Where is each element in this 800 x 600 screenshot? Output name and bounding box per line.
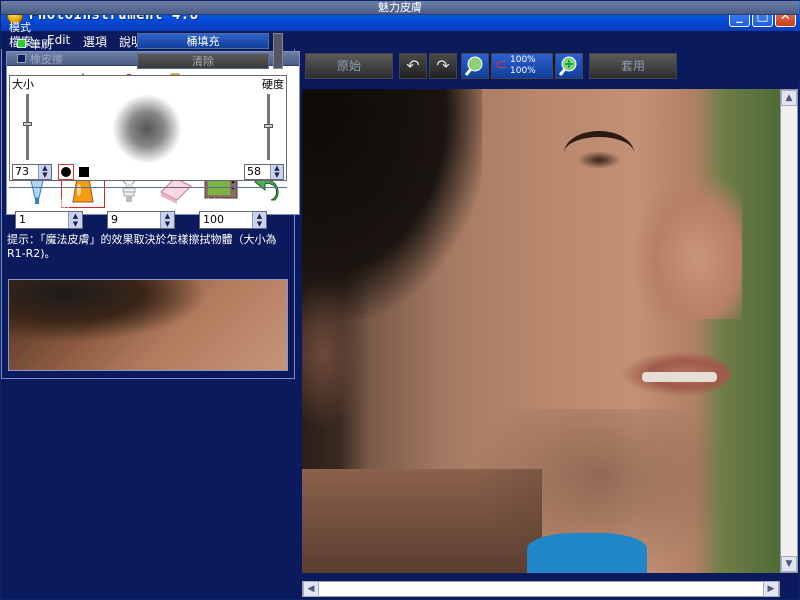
apply-button[interactable]: 套用 bbox=[589, 53, 677, 79]
total-label: 總計， % bbox=[201, 197, 248, 210]
skin-preview-thumbnail bbox=[8, 279, 288, 371]
divider bbox=[9, 187, 287, 188]
menu-bar: 檔案 Edit 選項 說明 bbox=[1, 31, 800, 49]
hardness-slider[interactable] bbox=[264, 124, 273, 128]
r1-label: R1， 像素 bbox=[17, 197, 70, 210]
scroll-up-arrow[interactable]: ▲ bbox=[781, 90, 797, 106]
round-brush-button[interactable] bbox=[58, 164, 74, 180]
fill-button[interactable]: 桶填充 bbox=[137, 33, 269, 49]
scroll-right-arrow[interactable]: ▶ bbox=[763, 581, 779, 597]
horizontal-scrollbar[interactable]: ◀ ▶ bbox=[302, 581, 780, 597]
vertical-scrollbar[interactable]: ▲ ▼ bbox=[780, 89, 798, 573]
magnet-icon: ⊂ bbox=[495, 57, 507, 73]
r2-input[interactable]: 9 ▲ ▼ bbox=[107, 211, 175, 229]
size-spin-arrows[interactable]: ▲ ▼ bbox=[38, 165, 51, 179]
zoom-level-button[interactable]: ⊂ 100% 100% bbox=[491, 53, 553, 79]
zoom-in-button[interactable] bbox=[461, 53, 489, 79]
mode-scroll-handle[interactable] bbox=[273, 33, 283, 69]
hint-text: 提示：「魔法皮膚」的效果取決於怎樣擦拭物體（大小為R1-R2)。 bbox=[7, 233, 277, 260]
app-window: PhotoInstrument 4.8 _ □ ✕ 檔案 Edit 選項 說明 … bbox=[0, 0, 800, 600]
size-slider[interactable] bbox=[23, 122, 32, 126]
total-input[interactable]: 100 ▲ ▼ bbox=[199, 211, 267, 229]
r2-spin-arrows[interactable]: ▲ ▼ bbox=[160, 212, 174, 228]
r1-input[interactable]: 1 ▲ ▼ bbox=[15, 211, 83, 229]
eraser-label: 橡皮擦 bbox=[30, 53, 63, 66]
size-value: 73 bbox=[15, 165, 29, 178]
original-button[interactable]: 原始 bbox=[305, 53, 393, 79]
brush-shape-preview bbox=[112, 94, 182, 164]
size-input[interactable]: 73 ▲ ▼ bbox=[12, 164, 52, 180]
r1-spin-arrows[interactable]: ▲ ▼ bbox=[68, 212, 82, 228]
scroll-down-arrow[interactable]: ▼ bbox=[781, 556, 797, 572]
total-value: 100 bbox=[203, 213, 224, 226]
hardness-value: 58 bbox=[247, 165, 261, 178]
brush-preview-box: 大小 硬度 73 ▲ ▼ 58 ▲ ▼ bbox=[9, 75, 287, 181]
round-brush-icon bbox=[61, 167, 71, 177]
mode-label: 模式 bbox=[9, 21, 31, 34]
photo-shirt bbox=[527, 533, 647, 573]
hardness-label: 硬度 bbox=[262, 78, 284, 91]
photo-ear bbox=[302, 279, 372, 429]
r2-value: 9 bbox=[111, 213, 118, 226]
r2-label: R2， 像素 bbox=[109, 197, 162, 210]
zoom-level-bottom: 100% bbox=[510, 66, 536, 76]
total-spin-arrows[interactable]: ▲ ▼ bbox=[252, 212, 266, 228]
zoom-level-top: 100% bbox=[510, 55, 536, 65]
hardness-input[interactable]: 58 ▲ ▼ bbox=[244, 164, 284, 180]
brush-label: 筆刷 bbox=[30, 38, 52, 51]
size-slider-track bbox=[26, 94, 29, 160]
hardness-spin-arrows[interactable]: ▲ ▼ bbox=[270, 165, 283, 179]
redo-button[interactable]: ↷ bbox=[429, 53, 457, 79]
scroll-left-arrow[interactable]: ◀ bbox=[303, 581, 319, 597]
undo-button[interactable]: ↶ bbox=[399, 53, 427, 79]
magnifier-plus-icon bbox=[558, 56, 577, 76]
redo-icon: ↷ bbox=[436, 56, 450, 75]
clear-button[interactable]: 清除 bbox=[137, 53, 269, 69]
brush-checkbox[interactable] bbox=[17, 39, 26, 48]
size-label: 大小 bbox=[12, 78, 34, 91]
photo-nose bbox=[632, 169, 742, 319]
settings-header: 魅力皮膚 bbox=[1, 1, 799, 15]
square-brush-button[interactable] bbox=[79, 167, 89, 177]
photo-eye bbox=[577, 151, 621, 169]
zoom-out-button[interactable] bbox=[555, 53, 583, 79]
undo-icon: ↶ bbox=[406, 56, 420, 75]
r1-value: 1 bbox=[19, 213, 26, 226]
photo-teeth bbox=[642, 372, 717, 382]
menu-options[interactable]: 選項 bbox=[83, 33, 107, 50]
magnifier-icon bbox=[464, 56, 483, 76]
image-toolbar: 原始 ↶ ↷ ⊂ 100% 100% 套用 bbox=[303, 51, 800, 81]
eraser-checkbox[interactable] bbox=[17, 54, 26, 63]
image-canvas[interactable] bbox=[302, 89, 780, 573]
